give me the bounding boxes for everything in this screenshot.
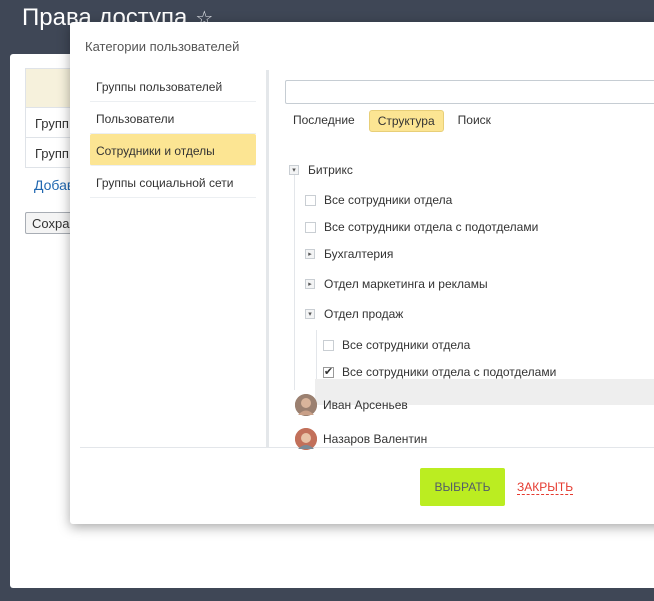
dialog-title: Категории пользователей [85,39,240,54]
avatar [295,428,317,450]
checkbox[interactable] [305,221,316,233]
tree-node-label: Отдел маркетинга и рекламы [324,277,488,291]
tree-node-dept[interactable]: ▸ Отдел маркетинга и рекламы [305,274,488,294]
user-item[interactable]: Иван Арсеньев [295,392,408,418]
tab-search[interactable]: Поиск [450,110,499,132]
nav-item-employees-departments[interactable]: Сотрудники и отделы [90,134,256,166]
tree-option-all-sub[interactable]: ✔ Все сотрудники отдела с подотделами [323,362,556,382]
expand-icon[interactable]: ▸ [305,249,315,259]
tree-option-label: Все сотрудники отдела с подотделами [342,365,557,379]
user-photo-icon [295,428,317,450]
collapse-icon[interactable]: ▾ [305,309,315,319]
check-icon: ✔ [323,365,334,378]
tree-node-root[interactable]: ▾ Битрикс [289,160,353,180]
user-categories-dialog: Категории пользователей Группы пользоват… [70,22,654,524]
avatar [295,394,317,416]
nav-item-user-groups[interactable]: Группы пользователей [90,70,256,102]
tree-node-label: Бухгалтерия [324,247,394,261]
tree-option-label: Все сотрудники отдела [324,193,453,207]
user-name: Иван Арсеньев [323,398,408,412]
category-nav: Группы пользователей Пользователи Сотруд… [90,70,256,198]
tree-node-label: Отдел продаж [324,307,404,321]
tree-option-label: Все сотрудники отдела [342,338,471,352]
panel-divider [266,70,269,448]
background-save-button[interactable]: Сохра [25,212,75,234]
nav-item-users[interactable]: Пользователи [90,102,256,134]
tree-option-label: Все сотрудники отдела с подотделами [324,220,539,234]
user-item[interactable]: Назаров Валентин [295,426,427,452]
checkbox[interactable] [305,194,316,206]
selector-tabs: Последние Структура Поиск [285,110,499,132]
background-add-link[interactable]: Добав [34,177,74,193]
nav-item-social-groups[interactable]: Группы социальной сети [90,166,256,198]
dialog-body: Группы пользователей Пользователи Сотруд… [80,70,654,450]
tab-structure[interactable]: Структура [368,110,444,132]
tree-node-label: Битрикс [308,163,353,177]
tree-node-dept[interactable]: ▾ Отдел продаж [305,304,403,324]
checkbox-checked[interactable]: ✔ [323,365,334,378]
selector-panel: Последние Структура Поиск ▾ Битрикс Все … [285,70,654,450]
search-input[interactable] [285,80,654,104]
select-button[interactable]: ВЫБРАТЬ [420,468,505,506]
tree-guide-line [294,165,295,390]
expand-icon[interactable]: ▸ [305,279,315,289]
checkbox[interactable] [323,339,334,351]
user-photo-icon [295,394,317,416]
collapse-icon[interactable]: ▾ [289,165,299,175]
tab-recent[interactable]: Последние [285,110,363,132]
tree-node-dept[interactable]: ▸ Бухгалтерия [305,244,393,264]
close-button[interactable]: ЗАКРЫТЬ [517,480,574,495]
user-name: Назаров Валентин [323,432,428,446]
tree-option-all[interactable]: Все сотрудники отдела [323,335,470,355]
tree-option-all-sub[interactable]: Все сотрудники отдела с подотделами [305,217,538,237]
tree-option-all[interactable]: Все сотрудники отдела [305,190,452,210]
